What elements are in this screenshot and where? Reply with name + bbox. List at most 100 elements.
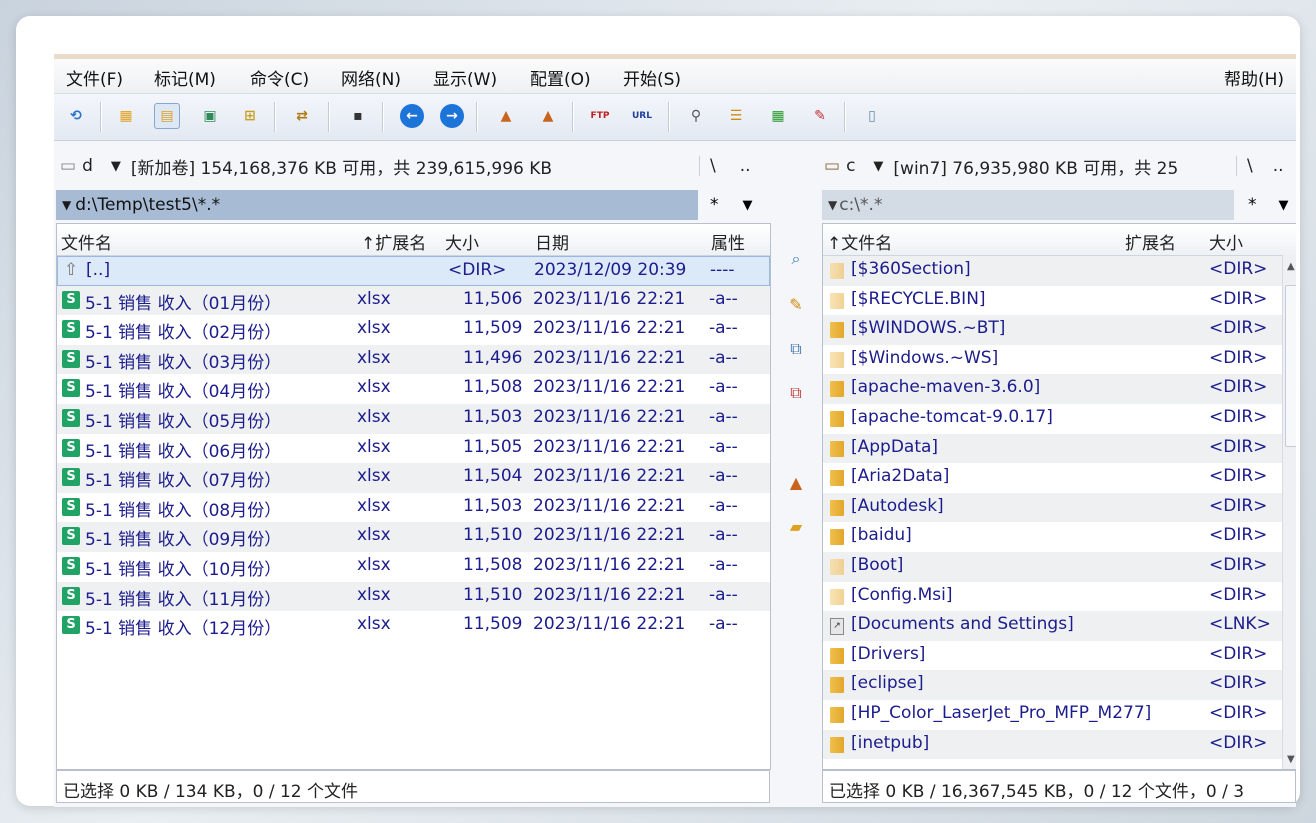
right-root-button[interactable]: \ (1236, 156, 1253, 176)
folder-row[interactable]: [apache-tomcat-9.0.17] <DIR> (823, 404, 1283, 434)
left-drive-info: [新加卷] 154,168,376 KB 可用，共 239,615,996 KB (130, 158, 553, 179)
file-attr: -a-- (709, 495, 738, 516)
file-size: 11,503 (463, 495, 523, 516)
menu-net[interactable]: 网络(N) (341, 65, 401, 90)
url-icon[interactable]: URL (630, 104, 654, 128)
right-filter[interactable]: * ▼ (1248, 190, 1296, 220)
folder-row[interactable]: [Drivers] <DIR> (823, 641, 1283, 671)
column-name[interactable]: 文件名 (61, 229, 112, 254)
left-root-button[interactable]: \ (699, 156, 716, 176)
search-icon[interactable]: ⚲ (684, 104, 708, 128)
chevron-down-icon[interactable]: ▼ (111, 159, 121, 174)
file-row[interactable]: S 5-1 销售 收入（07月份） xlsx 11,504 2023/11/16 22:… (57, 463, 770, 493)
menu-commands[interactable]: 命令(C) (250, 65, 309, 90)
left-drive-select[interactable]: d (82, 156, 93, 176)
full-view-icon[interactable]: ▤ (154, 103, 180, 129)
chevron-down-icon[interactable]: ▼ (873, 159, 883, 174)
folder-row[interactable]: [inetpub] <DIR> (823, 729, 1283, 760)
right-path-bar[interactable]: ▼ c:\*.* (822, 190, 1234, 220)
sync-dirs-icon[interactable]: ⇄ (290, 104, 314, 128)
view-icon[interactable]: ⌕ (784, 247, 808, 271)
folder-name: [HP_Color_LaserJet_Pro_MFP_M277] (851, 703, 1152, 723)
folder-row[interactable]: [Boot] <DIR> (823, 552, 1283, 582)
menu-mark[interactable]: 标记(M) (154, 65, 216, 90)
folder-icon (830, 411, 844, 427)
file-row[interactable]: S 5-1 销售 收入（02月份） xlsx 11,509 2023/11/16 22:… (57, 315, 770, 345)
file-row[interactable]: S 5-1 销售 收入（11月份） xlsx 11,510 2023/11/16 22:… (57, 581, 770, 612)
file-ext: xlsx (357, 347, 391, 368)
file-row[interactable]: S 5-1 销售 收入（05月份） xlsx 11,503 2023/11/16 22:… (57, 404, 770, 434)
left-filter-text: * (710, 195, 719, 215)
compare-icon[interactable]: ▦ (766, 104, 790, 128)
file-row[interactable]: S 5-1 销售 收入（10月份） xlsx 11,508 2023/11/16 22:… (57, 552, 770, 582)
ftp-icon[interactable]: FTP (588, 104, 612, 128)
folder-row[interactable]: [$WINDOWS.~BT] <DIR> (823, 315, 1283, 345)
folder-row[interactable]: ↗ [Documents and Settings] <LNK> (823, 611, 1283, 641)
scroll-up-icon[interactable]: ▲ (1287, 261, 1295, 272)
folder-row[interactable]: [HP_Color_LaserJet_Pro_MFP_M277] <DIR> (823, 700, 1283, 730)
folder-row[interactable]: [AppData] <DIR> (823, 433, 1283, 464)
folder-row[interactable]: [Autodesk] <DIR> (823, 492, 1283, 523)
folder-size: <DIR> (1209, 703, 1268, 723)
new-folder-icon[interactable]: ▰ (784, 515, 808, 539)
folder-row[interactable]: [$RECYCLE.BIN] <DIR> (823, 286, 1283, 316)
file-row[interactable]: S 5-1 销售 收入（12月份） xlsx 11,509 2023/11/16 22:… (57, 611, 770, 641)
copy-icon[interactable]: ⧉ (784, 337, 808, 361)
spreadsheet-icon: S (62, 438, 80, 457)
scroll-thumb[interactable] (1285, 285, 1296, 447)
brief-view-icon[interactable]: ▦ (114, 104, 138, 128)
menu-config[interactable]: 配置(O) (530, 65, 591, 90)
forward-icon[interactable]: → (440, 104, 464, 128)
pack-icon[interactable]: ▲ (494, 104, 518, 128)
file-row[interactable]: S 5-1 销售 收入（06月份） xlsx 11,505 2023/11/16 22:… (57, 434, 770, 464)
console-icon[interactable]: ▪ (346, 104, 370, 128)
menu-start[interactable]: 开始(S) (623, 65, 681, 90)
menu-show[interactable]: 显示(W) (433, 65, 497, 90)
thumbnail-view-icon[interactable]: ▣ (198, 104, 222, 128)
right-drive-select[interactable]: c (846, 156, 855, 176)
folder-name: [Aria2Data] (851, 466, 950, 487)
spreadsheet-icon: S (62, 290, 80, 309)
file-row[interactable]: S 5-1 销售 收入（09月份） xlsx 11,510 2023/11/16 22:… (57, 522, 770, 552)
folder-row[interactable]: [apache-maven-3.6.0] <DIR> (823, 374, 1283, 404)
left-path-bar[interactable]: ▼ d:\Temp\test5\*.* (56, 190, 698, 220)
right-up-button[interactable]: .. (1273, 156, 1284, 176)
folder-row[interactable]: [Config.Msi] <DIR> (823, 582, 1283, 612)
left-up-button[interactable]: .. (740, 156, 751, 176)
column-date[interactable]: 日期 (535, 229, 569, 254)
file-row[interactable]: S 5-1 销售 收入（08月份） xlsx 11,503 2023/11/16 22:… (57, 493, 770, 523)
column-ext[interactable]: ↑扩展名 (361, 229, 426, 254)
pack-files-icon[interactable]: ▲ (784, 471, 808, 495)
column-name[interactable]: ↑文件名 (827, 229, 892, 254)
folder-row[interactable]: [$360Section] <DIR> (823, 256, 1283, 286)
move-icon[interactable]: ⧉ (784, 381, 808, 405)
folder-name: [Autodesk] (851, 495, 944, 516)
scroll-down-icon[interactable]: ▼ (1287, 754, 1295, 765)
right-scrollbar[interactable]: ▲ ▼ (1282, 255, 1296, 769)
back-icon[interactable]: ← (400, 104, 424, 128)
column-size[interactable]: 大小 (1209, 229, 1243, 254)
edit-icon[interactable]: ✎ (808, 104, 832, 128)
file-row[interactable]: S 5-1 销售 收入（03月份） xlsx 11,496 2023/11/16 22:… (57, 344, 770, 375)
edit-file-icon[interactable]: ✎ (784, 293, 808, 317)
folder-row[interactable]: [$Windows.~WS] <DIR> (823, 345, 1283, 375)
file-row[interactable]: S 5-1 销售 收入（04月份） xlsx 11,508 2023/11/16 22:… (57, 374, 770, 404)
file-row[interactable]: S 5-1 销售 收入（01月份） xlsx 11,506 2023/11/16 22:… (57, 285, 770, 316)
menu-help[interactable]: 帮助(H) (1224, 65, 1284, 90)
folder-size: <DIR> (1209, 407, 1268, 427)
column-size[interactable]: 大小 (445, 229, 479, 254)
folder-row[interactable]: [Aria2Data] <DIR> (823, 463, 1283, 493)
refresh-icon[interactable]: ⟲ (64, 104, 88, 128)
parent-dir-row[interactable]: ⇧ [..] <DIR> 2023/12/09 20:39 ---- (57, 256, 770, 286)
unpack-icon[interactable]: ▲ (536, 104, 560, 128)
left-filter[interactable]: * ▼ (710, 190, 770, 220)
multi-rename-icon[interactable]: ☰ (724, 104, 748, 128)
notepad-icon[interactable]: ▯ (860, 104, 884, 128)
tree-view-icon[interactable]: ⊞ (238, 104, 262, 128)
column-ext[interactable]: 扩展名 (1125, 229, 1176, 254)
column-attr[interactable]: 属性 (711, 229, 745, 254)
folder-name: [$WINDOWS.~BT] (851, 318, 1006, 339)
folder-row[interactable]: [eclipse] <DIR> (823, 670, 1283, 700)
folder-row[interactable]: [baidu] <DIR> (823, 522, 1283, 552)
menu-file[interactable]: 文件(F) (66, 65, 123, 90)
